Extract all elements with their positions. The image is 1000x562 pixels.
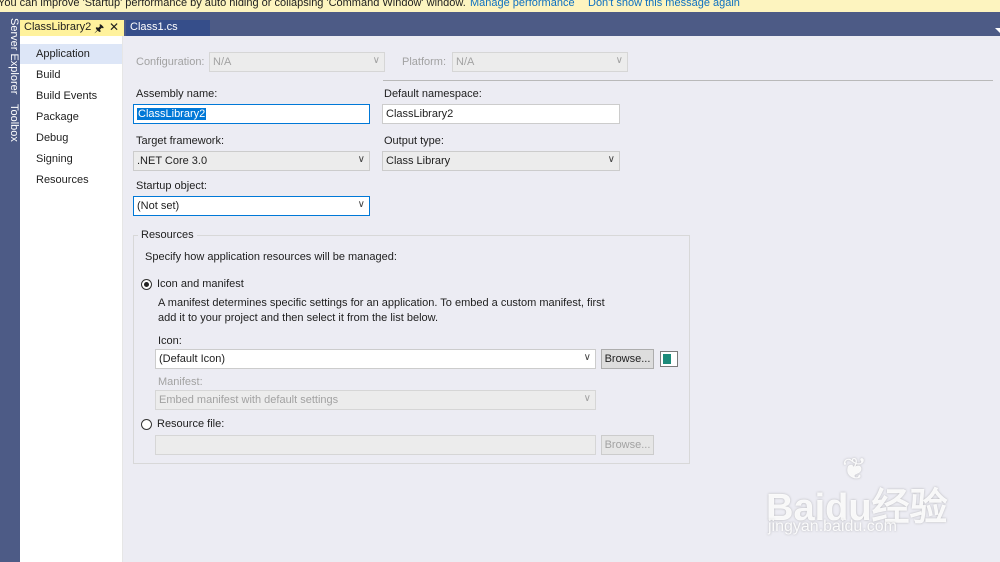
chevron-down-icon: ∨	[357, 154, 365, 165]
nav-item-label: Signing	[36, 153, 73, 165]
document-tab-row: ClassLibrary2 🖈︎ ✕ Class1.cs	[20, 12, 1000, 36]
icon-label: Icon:	[158, 335, 182, 347]
dont-show-again-link[interactable]: Don't show this message again	[588, 0, 740, 9]
output-type-select[interactable]: Class Library ∨	[382, 151, 620, 171]
close-icon[interactable]: ✕	[109, 20, 119, 34]
chevron-down-icon: ∨	[372, 55, 380, 66]
tool-window-strip: Server Explorer Toolbox	[0, 12, 20, 562]
tab-label: ClassLibrary2	[24, 21, 92, 33]
tab-label: Class1.cs	[130, 21, 178, 33]
output-type-label: Output type:	[384, 135, 444, 147]
resource-file-input	[155, 435, 596, 455]
chevron-down-icon: ∨	[615, 55, 623, 66]
manifest-description-line2: add it to your project and then select i…	[158, 312, 439, 324]
browse-button-label: Browse...	[604, 353, 651, 365]
separator	[383, 80, 993, 81]
manage-performance-link[interactable]: Manage performance	[470, 0, 575, 9]
nav-item-label: Application	[36, 48, 90, 60]
watermark-url: jingyan.baidu.com	[768, 518, 897, 535]
nav-item-label: Debug	[36, 132, 69, 144]
configuration-label: Configuration:	[136, 56, 205, 68]
baidu-watermark: ❦ Baidu经验 jingyan.baidu.com	[760, 452, 1000, 562]
output-type-value: Class Library	[386, 155, 451, 167]
application-icon-preview	[660, 351, 678, 367]
chevron-down-icon: ∨	[583, 393, 591, 404]
nav-item-label: Build	[36, 69, 61, 81]
icon-select[interactable]: (Default Icon) ∨	[155, 349, 596, 369]
resource-file-browse-button: Browse...	[601, 435, 654, 455]
resource-file-label[interactable]: Resource file:	[157, 418, 224, 430]
manifest-description-line1: A manifest determines specific settings …	[158, 297, 605, 309]
default-namespace-label: Default namespace:	[384, 88, 482, 100]
manifest-label: Manifest:	[158, 376, 203, 388]
startup-object-select[interactable]: (Not set) ∨	[133, 196, 370, 216]
startup-object-label: Startup object:	[136, 180, 207, 192]
target-framework-select[interactable]: .NET Core 3.0 ∨	[133, 151, 370, 171]
nav-item-package[interactable]: Package	[20, 107, 122, 127]
default-namespace-input[interactable]: ClassLibrary2	[382, 104, 620, 124]
server-explorer-tab[interactable]: Server Explorer	[0, 18, 20, 94]
default-namespace-value: ClassLibrary2	[386, 108, 454, 120]
icon-and-manifest-label[interactable]: Icon and manifest	[157, 278, 244, 290]
radio-selected-dot	[144, 282, 149, 287]
resource-file-radio[interactable]	[141, 419, 152, 430]
tab-class1-cs[interactable]: Class1.cs	[126, 20, 210, 36]
icon-browse-button[interactable]: Browse...	[601, 349, 654, 369]
icon-and-manifest-radio[interactable]	[141, 279, 152, 290]
browse-button-label: Browse...	[604, 439, 651, 451]
manifest-select: Embed manifest with default settings ∨	[155, 390, 596, 410]
nav-item-application[interactable]: Application	[20, 44, 122, 64]
nav-item-label: Build Events	[36, 90, 98, 102]
nav-item-signing[interactable]: Signing	[20, 149, 122, 169]
target-framework-value: .NET Core 3.0	[137, 155, 208, 167]
platform-label: Platform:	[402, 56, 447, 68]
configuration-value: N/A	[213, 56, 232, 68]
startup-object-value: (Not set)	[137, 200, 180, 212]
resources-description: Specify how application resources will b…	[145, 251, 397, 263]
nav-item-debug[interactable]: Debug	[20, 128, 122, 148]
platform-select: N/A ∨	[452, 52, 628, 72]
property-pages-nav: Application Build Build Events Package D…	[20, 36, 123, 562]
toolbox-tab[interactable]: Toolbox	[0, 104, 20, 142]
tab-overflow-icon[interactable]	[995, 28, 1000, 33]
platform-value: N/A	[456, 56, 475, 68]
chevron-down-icon: ∨	[583, 352, 591, 363]
target-framework-label: Target framework:	[136, 135, 225, 147]
assembly-name-input[interactable]: ClassLibrary2	[133, 104, 370, 124]
app-icon-glyph	[663, 354, 671, 364]
chevron-down-icon: ∨	[607, 154, 615, 165]
tab-classlibrary2[interactable]: ClassLibrary2 🖈︎ ✕	[20, 20, 124, 36]
assembly-name-label: Assembly name:	[136, 88, 218, 100]
configuration-select: N/A ∨	[209, 52, 385, 72]
nav-item-resources[interactable]: Resources	[20, 170, 122, 190]
nav-item-build[interactable]: Build	[20, 65, 122, 85]
chevron-down-icon: ∨	[357, 199, 365, 210]
info-bar: You can improve 'Startup' performance by…	[0, 0, 1000, 12]
manifest-value: Embed manifest with default settings	[159, 394, 339, 406]
nav-item-label: Resources	[36, 174, 89, 186]
assembly-name-value: ClassLibrary2	[137, 108, 207, 120]
resources-group-title: Resources	[138, 229, 197, 241]
nav-item-label: Package	[36, 111, 79, 123]
icon-value: (Default Icon)	[159, 353, 226, 365]
nav-item-build-events[interactable]: Build Events	[20, 86, 122, 106]
info-bar-message: You can improve 'Startup' performance by…	[0, 0, 466, 9]
